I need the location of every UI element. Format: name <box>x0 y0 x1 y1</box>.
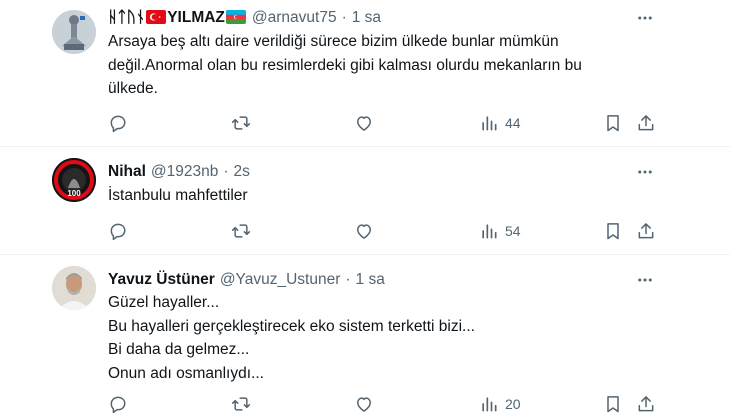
more-horizontal-icon <box>638 170 652 174</box>
display-name[interactable]: Nihal <box>108 163 146 181</box>
reply-icon <box>110 223 126 241</box>
like-icon <box>357 224 371 239</box>
display-name-text: YILMAZ <box>167 9 225 26</box>
tweet-text-line: Bu hayalleri gerçekleştirecek eko sistem… <box>108 317 475 335</box>
tweet-text-line: Güzel hayaller... <box>108 294 220 311</box>
views-button[interactable]: 20 <box>479 392 521 416</box>
retweet-icon <box>231 397 251 411</box>
retweet-button[interactable] <box>231 219 251 243</box>
handle[interactable]: @Yavuz_Ustuner <box>220 271 341 289</box>
more-horizontal-icon <box>638 278 652 282</box>
tweet-text-line: Onun adı osmanlıydı... <box>108 364 264 382</box>
more-horizontal-icon <box>638 16 652 20</box>
timestamp[interactable]: 1 sa <box>356 271 385 289</box>
tweet-text-line: ülkede. <box>108 80 158 97</box>
tweet-1923nb[interactable]: 100 Nihal @1923nb · 2s İstanbulu mahfett… <box>0 147 730 253</box>
retweet-icon <box>231 116 251 130</box>
like-icon <box>357 116 371 131</box>
share-button[interactable] <box>636 111 656 135</box>
more-options-button[interactable] <box>632 269 658 291</box>
bookmark-button[interactable] <box>603 392 623 416</box>
reply-button[interactable] <box>108 219 128 243</box>
views-icon <box>482 224 497 239</box>
share-button[interactable] <box>636 219 656 243</box>
separator: · <box>341 9 347 26</box>
retweet-button[interactable] <box>231 111 251 135</box>
tweet-actions: 44 <box>0 111 730 135</box>
views-count: 44 <box>505 115 521 131</box>
azerbaijan-flag-icon <box>225 10 246 24</box>
views-button[interactable]: 54 <box>479 219 521 243</box>
share-button[interactable] <box>636 392 656 416</box>
views-button[interactable]: 44 <box>479 111 521 135</box>
views-count: 20 <box>505 396 521 412</box>
like-button[interactable] <box>354 111 374 135</box>
avatar[interactable] <box>52 266 96 310</box>
reply-button[interactable] <box>108 111 128 135</box>
tweet-yavuz-ustuner[interactable]: Yavuz Üstüner @Yavuz_Ustuner · 1 sa Güze… <box>0 255 730 420</box>
tweet-text: İstanbulu mahfettiler <box>108 184 628 208</box>
display-name[interactable]: Yavuz Üstüner <box>108 271 215 289</box>
separator: · <box>345 271 351 288</box>
tweet-text-line: İstanbulu mahfettiler <box>108 187 248 204</box>
timestamp[interactable]: 1 sa <box>352 9 381 27</box>
share-icon <box>638 223 654 239</box>
views-count: 54 <box>505 223 521 239</box>
share-icon <box>638 115 654 131</box>
avatar[interactable] <box>52 10 96 54</box>
like-icon <box>357 397 371 412</box>
tweet-text: Güzel hayaller... Bu hayalleri gerçekleş… <box>108 291 628 385</box>
bookmark-icon <box>607 396 619 413</box>
share-icon <box>638 396 654 412</box>
reply-icon <box>110 115 126 133</box>
like-button[interactable] <box>354 392 374 416</box>
like-button[interactable] <box>354 219 374 243</box>
bookmark-button[interactable] <box>603 111 623 135</box>
handle[interactable]: @1923nb <box>151 163 218 181</box>
tweet-arnavut75[interactable]: ᚺᛏᚢᚾ YILMAZ @arnavut75 · 1 sa Arsaya beş … <box>0 0 730 145</box>
turkey-flag-icon <box>146 10 167 24</box>
avatar[interactable]: 100 <box>52 158 96 202</box>
tweet-actions: 20 <box>0 392 730 416</box>
display-name[interactable]: ᚺᛏᚢᚾ YILMAZ <box>108 9 247 27</box>
tweet-text-line: değil.Anormal olan bu resimlerdeki gibi … <box>108 56 582 74</box>
more-options-button[interactable] <box>632 7 658 29</box>
reply-feed: ᚺᛏᚢᚾ YILMAZ @arnavut75 · 1 sa Arsaya beş … <box>0 0 730 420</box>
reply-icon <box>110 396 126 414</box>
tweet-header: Nihal @1923nb · 2s <box>108 161 250 183</box>
svg-text:100: 100 <box>67 189 81 198</box>
views-icon <box>482 116 497 131</box>
tweet-actions: 54 <box>0 219 730 243</box>
more-options-button[interactable] <box>632 161 658 183</box>
timestamp[interactable]: 2s <box>234 163 250 181</box>
bookmark-icon <box>607 115 619 132</box>
retweet-button[interactable] <box>231 392 251 416</box>
separator: · <box>223 163 229 180</box>
bookmark-icon <box>607 223 619 240</box>
reply-button[interactable] <box>108 392 128 416</box>
views-icon <box>482 397 497 412</box>
handle[interactable]: @arnavut75 <box>252 9 337 27</box>
display-name-runes: ᚺᛏᚢᚾ <box>108 9 146 26</box>
tweet-text: Arsaya beş altı daire verildiği sürece b… <box>108 30 628 101</box>
tweet-header: ᚺᛏᚢᚾ YILMAZ @arnavut75 · 1 sa <box>108 7 381 29</box>
retweet-icon <box>231 224 251 238</box>
tweet-text-line: Arsaya beş altı daire verildiği sürece b… <box>108 33 559 50</box>
tweet-text-line: Bi daha da gelmez... <box>108 341 250 358</box>
tweet-header: Yavuz Üstüner @Yavuz_Ustuner · 1 sa <box>108 269 385 291</box>
bookmark-button[interactable] <box>603 219 623 243</box>
